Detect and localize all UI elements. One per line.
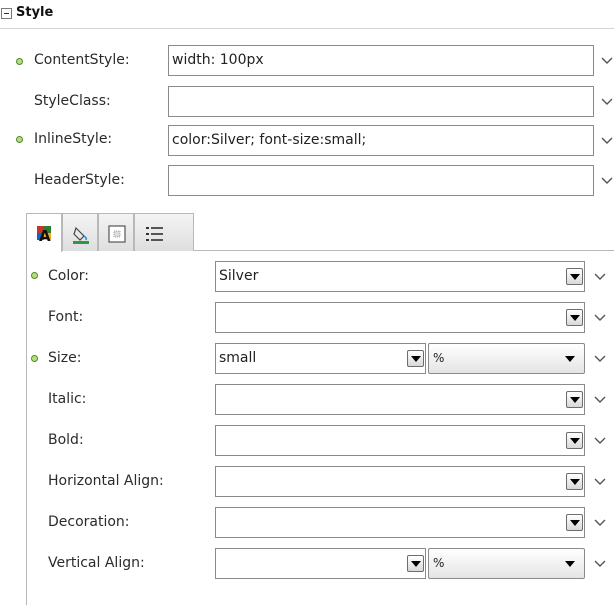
paint-bucket-icon [73,226,89,244]
panel-border [26,250,27,605]
bold-label: Bold: [48,432,84,448]
chevron-down-icon[interactable] [600,175,614,187]
dropdown-arrow-icon [565,356,575,362]
size-select[interactable]: small [215,343,426,374]
section-title: Style [16,5,54,20]
vertical-align-unit-select[interactable]: % [428,548,585,579]
dropdown-arrow-icon[interactable] [407,350,424,367]
decoration-label: Decoration: [48,514,130,530]
content-style-input[interactable]: width: 100px [168,45,594,76]
value-set-indicator-icon [31,272,38,279]
style-class-label: StyleClass: [34,93,111,109]
tab-text[interactable]: A [26,213,62,252]
chevron-down-icon[interactable] [600,96,614,108]
dropdown-arrow-icon[interactable] [566,432,583,449]
content-style-label: ContentStyle: [34,52,130,68]
size-unit-select[interactable]: % [428,343,585,374]
tab-list[interactable] [134,213,194,251]
vertical-align-select[interactable] [215,548,426,579]
value-set-indicator-icon [16,136,23,143]
text-format-icon: A [35,224,55,244]
chevron-down-icon[interactable] [593,353,607,365]
font-select[interactable] [215,302,585,333]
list-icon [146,227,163,241]
chevron-down-icon[interactable] [600,55,614,67]
chevron-down-icon[interactable] [600,135,614,147]
svg-text:A: A [39,227,51,244]
horizontal-align-select[interactable] [215,466,585,497]
vertical-align-label: Vertical Align: [48,555,145,571]
dropdown-arrow-icon[interactable] [566,514,583,531]
chevron-down-icon[interactable] [593,394,607,406]
color-select[interactable]: Silver [215,261,585,292]
inline-style-input[interactable]: color:Silver; font-size:small; [168,125,594,156]
font-label: Font: [48,309,84,325]
tab-box[interactable] [98,213,134,251]
decoration-select[interactable] [215,507,585,538]
italic-select[interactable] [215,384,585,415]
dropdown-arrow-icon[interactable] [407,555,424,572]
chevron-down-icon[interactable] [593,312,607,324]
bold-select[interactable] [215,425,585,456]
tab-background[interactable] [62,213,98,251]
inline-style-label: InlineStyle: [34,131,113,147]
color-label: Color: [48,268,90,284]
dropdown-arrow-icon [565,561,575,567]
chevron-down-icon[interactable] [593,476,607,488]
chevron-down-icon[interactable] [593,435,607,447]
chevron-down-icon[interactable] [593,271,607,283]
header-style-label: HeaderStyle: [34,172,125,188]
dropdown-arrow-icon[interactable] [566,309,583,326]
chevron-down-icon[interactable] [593,558,607,570]
chevron-down-icon[interactable] [593,517,607,529]
header-style-input[interactable] [168,165,594,196]
horizontal-align-label: Horizontal Align: [48,473,164,489]
style-class-input[interactable] [168,86,594,117]
box-model-icon [108,225,126,243]
size-label: Size: [48,350,82,366]
dropdown-arrow-icon[interactable] [566,268,583,285]
collapse-section-icon[interactable] [1,8,12,19]
dropdown-arrow-icon[interactable] [566,391,583,408]
value-set-indicator-icon [31,355,38,362]
section-divider [0,28,614,29]
italic-label: Italic: [48,391,87,407]
value-set-indicator-icon [16,58,23,65]
dropdown-arrow-icon[interactable] [566,473,583,490]
